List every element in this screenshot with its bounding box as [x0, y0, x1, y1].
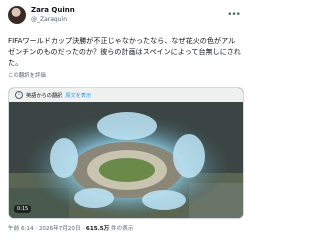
translation-notice-text: 英語からの翻訳: [26, 92, 63, 99]
video-player[interactable]: i 英語からの翻訳 原文を表示 0:15: [8, 87, 244, 219]
author-display-name[interactable]: Zara Quinn: [31, 6, 75, 15]
tweet-card: Zara Quinn @_Zaraquin ••• FIFAワールドカップ決勝が…: [0, 0, 250, 246]
tweet-time[interactable]: 午前 6:14: [8, 226, 34, 232]
more-horizontal-icon[interactable]: •••: [227, 10, 242, 20]
tweet-header: Zara Quinn @_Zaraquin •••: [8, 4, 242, 26]
views-label: 件の表示: [111, 226, 134, 232]
author-names: Zara Quinn @_Zaraquin: [31, 6, 75, 24]
video-duration: 0:15: [14, 205, 32, 213]
translation-notice: i 英語からの翻訳 原文を表示: [9, 88, 243, 102]
author-handle[interactable]: @_Zaraquin: [31, 15, 75, 24]
tweet-text: FIFAワールドカップ決勝が不正じゃなかったなら、なぜ花火の色がアルゼンチンのも…: [8, 36, 241, 67]
tweet-meta: 午前 6:14 · 2026年7月20日 · 615.5万 件の表示: [8, 224, 242, 232]
avatar[interactable]: [8, 6, 26, 24]
tweet-date[interactable]: 2026年7月20日: [39, 226, 81, 232]
translate-icon: i: [15, 91, 23, 99]
stadium-video-frame: [9, 88, 243, 218]
show-original-link[interactable]: 原文を表示: [65, 92, 91, 99]
rate-translation-link[interactable]: この翻訳を評価: [8, 71, 242, 81]
views-count: 615.5万: [85, 226, 110, 232]
